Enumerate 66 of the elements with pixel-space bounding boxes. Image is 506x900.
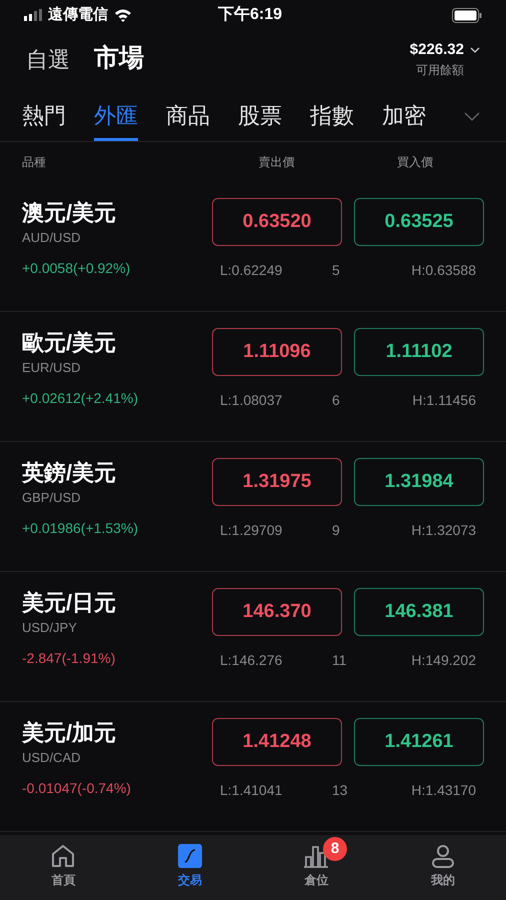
status-time: 下午6:19 [218, 4, 282, 25]
column-header: 品種 [22, 154, 47, 171]
balance-amount: $226.32 [410, 40, 464, 60]
pair-name: 歐元/美元 [22, 329, 118, 357]
user-icon [430, 843, 456, 869]
category-tab[interactable]: 加密 [382, 99, 426, 141]
category-tab[interactable]: 商品 [166, 99, 210, 141]
pair-symbol: GBP/USD [22, 489, 82, 507]
column-header: 賣出價 [257, 154, 296, 171]
sell-price-button[interactable]: 1.31975 [212, 458, 342, 506]
pair-symbol: USD/CAD [22, 749, 82, 767]
pair-symbol: AUD/USD [22, 229, 82, 247]
price-change: -0.01047(-0.74%) [22, 778, 132, 798]
high-price: H:1.43170 [411, 781, 476, 800]
header-tab[interactable]: 市場 [94, 40, 144, 78]
category-tab[interactable]: 外匯 [94, 99, 138, 141]
spread-value: 6 [332, 391, 341, 410]
battery-icon [452, 8, 482, 22]
bar-chart-icon [302, 843, 330, 869]
low-price: L:1.29709 [220, 521, 284, 540]
buy-price-button[interactable]: 0.63525 [354, 198, 484, 246]
pair-name: 美元/日元 [22, 589, 118, 617]
pair-name: 美元/加元 [22, 719, 118, 747]
home-icon [50, 843, 76, 869]
high-price: H:1.11456 [412, 391, 476, 410]
price-change: -2.847(-1.91%) [22, 648, 116, 668]
buy-price-button[interactable]: 1.31984 [354, 458, 484, 506]
low-price: L:0.62249 [220, 261, 284, 280]
category-tab[interactable]: 熱門 [22, 99, 66, 141]
pair-name: 英鎊/美元 [22, 459, 118, 487]
nav-tab[interactable]: 交易 [126, 835, 253, 900]
high-price: H:149.202 [411, 651, 476, 670]
spread-value: 5 [332, 261, 341, 280]
category-tab[interactable]: 股票 [238, 99, 282, 141]
balance-label: 可用餘額 [416, 62, 464, 80]
buy-price-button[interactable]: 146.381 [354, 588, 484, 636]
carrier-name: 遠傳電信 [48, 4, 108, 25]
category-tab[interactable]: 指數 [310, 99, 354, 141]
header-tab[interactable]: 自選 [26, 42, 70, 76]
nav-tab[interactable]: 倉位 8 [253, 835, 380, 900]
sell-price-button[interactable]: 1.41248 [212, 718, 342, 766]
nav-tab[interactable]: 我的 [380, 835, 506, 900]
price-change: +0.02612(+2.41%) [22, 388, 139, 408]
sell-price-button[interactable]: 146.370 [212, 588, 342, 636]
sell-price-button[interactable]: 0.63520 [212, 198, 342, 246]
pair-name: 澳元/美元 [22, 199, 118, 227]
buy-price-button[interactable]: 1.41261 [354, 718, 484, 766]
high-price: H:1.32073 [411, 521, 476, 540]
low-price: L:1.41041 [220, 781, 284, 800]
buy-price-button[interactable]: 1.11102 [354, 328, 484, 376]
spread-value: 11 [332, 651, 348, 670]
pair-symbol: USD/JPY [22, 619, 78, 637]
notification-badge: 8 [323, 837, 347, 861]
sell-price-button[interactable]: 1.11096 [212, 328, 342, 376]
wifi-icon [114, 8, 132, 22]
signal-icon [24, 9, 44, 21]
price-change: +0.01986(+1.53%) [22, 518, 139, 538]
low-price: L:146.276 [220, 651, 284, 670]
high-price: H:0.63588 [411, 261, 476, 280]
price-change: +0.0058(+0.92%) [22, 258, 132, 278]
spread-value: 13 [332, 781, 349, 800]
low-price: L:1.08037 [220, 391, 284, 410]
nav-tab[interactable]: 首頁 [0, 835, 126, 900]
column-header: 買入價 [396, 154, 434, 171]
pair-symbol: EUR/USD [22, 359, 82, 377]
spread-value: 9 [332, 521, 341, 540]
